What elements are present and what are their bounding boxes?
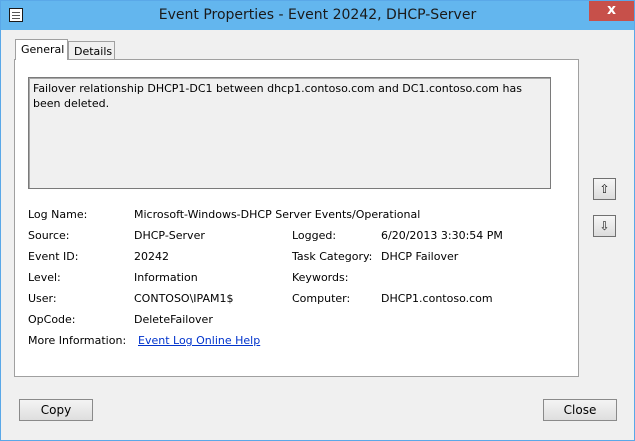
- copy-button[interactable]: Copy: [19, 399, 93, 421]
- keywords-label: Keywords:: [292, 271, 349, 284]
- event-id-label: Event ID:: [28, 250, 79, 263]
- arrow-up-icon: ⇧: [599, 182, 610, 196]
- more-info-label: More Information:: [28, 334, 127, 347]
- task-category-label: Task Category:: [292, 250, 373, 263]
- close-button[interactable]: Close: [543, 399, 617, 421]
- arrow-down-icon: ⇩: [599, 219, 610, 233]
- log-name-value: Microsoft-Windows-DHCP Server Events/Ope…: [134, 208, 421, 221]
- computer-label: Computer:: [292, 292, 351, 305]
- logged-label: Logged:: [292, 229, 337, 242]
- source-value: DHCP-Server: [134, 229, 205, 242]
- user-value: CONTOSO\IPAM1$: [134, 292, 234, 305]
- window-close-button[interactable]: x: [589, 1, 634, 21]
- event-message-box[interactable]: Failover relationship DHCP1-DC1 between …: [28, 77, 551, 189]
- level-label: Level:: [28, 271, 61, 284]
- task-category-value: DHCP Failover: [381, 250, 459, 263]
- title-bar: Event Properties - Event 20242, DHCP-Ser…: [1, 1, 634, 30]
- opcode-value: DeleteFailover: [134, 313, 213, 326]
- user-label: User:: [28, 292, 57, 305]
- opcode-label: OpCode:: [28, 313, 76, 326]
- window-title: Event Properties - Event 20242, DHCP-Ser…: [158, 7, 477, 23]
- previous-event-button[interactable]: ⇧: [593, 178, 616, 200]
- general-panel: Failover relationship DHCP1-DC1 between …: [14, 59, 579, 377]
- level-value: Information: [134, 271, 198, 284]
- next-event-button[interactable]: ⇩: [593, 215, 616, 237]
- event-id-value: 20242: [134, 250, 169, 263]
- computer-value: DHCP1.contoso.com: [381, 292, 493, 305]
- log-name-label: Log Name:: [28, 208, 88, 221]
- logged-value: 6/20/2013 3:30:54 PM: [381, 229, 503, 242]
- source-label: Source:: [28, 229, 70, 242]
- tab-details[interactable]: Details: [68, 41, 115, 60]
- event-log-online-help-link[interactable]: Event Log Online Help: [138, 334, 260, 348]
- event-properties-window: Event Properties - Event 20242, DHCP-Ser…: [0, 0, 635, 441]
- tab-general[interactable]: General: [15, 39, 68, 60]
